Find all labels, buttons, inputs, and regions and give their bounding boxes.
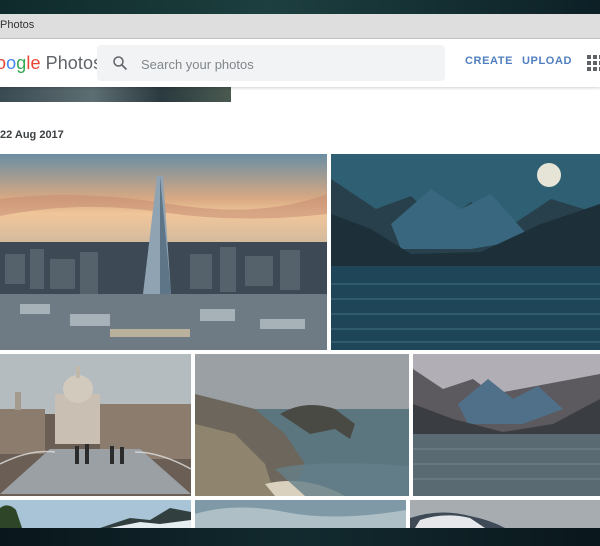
search-icon[interactable] [111,54,129,72]
product-name: Photos [45,53,103,73]
desktop-background-top [0,0,600,14]
search-input[interactable] [139,53,433,75]
search-box[interactable] [97,45,445,81]
window-title: Photos [0,19,35,31]
photo-coastal-arch[interactable] [195,354,409,496]
upload-button[interactable]: UPLOAD [522,55,572,67]
photo-mountain-lake[interactable] [413,354,600,496]
window-titlebar: Photos [0,14,600,39]
photo-trees[interactable] [0,500,191,528]
apps-grid-icon[interactable] [587,55,600,71]
date-group-label: 22 Aug 2017 [0,129,64,141]
create-button[interactable]: CREATE [465,55,513,67]
photo-mountain-lake-moon[interactable] [331,154,600,350]
google-photos-logo[interactable]: oogle Photos [0,53,102,74]
browser-window: Photos ooglePhotos CREATE UPLOAD [0,14,600,528]
previous-photo-row[interactable] [0,87,231,102]
photo-city-shard[interactable] [0,154,327,350]
photo-grid: 22 Aug 2017 [0,87,600,528]
photo-snowy-hill[interactable] [410,500,600,528]
photo-clouds[interactable] [195,500,406,528]
app-header: ooglePhotos CREATE UPLOAD [0,39,600,87]
desktop-background-bottom [0,528,600,546]
photo-st-pauls[interactable] [0,354,191,496]
